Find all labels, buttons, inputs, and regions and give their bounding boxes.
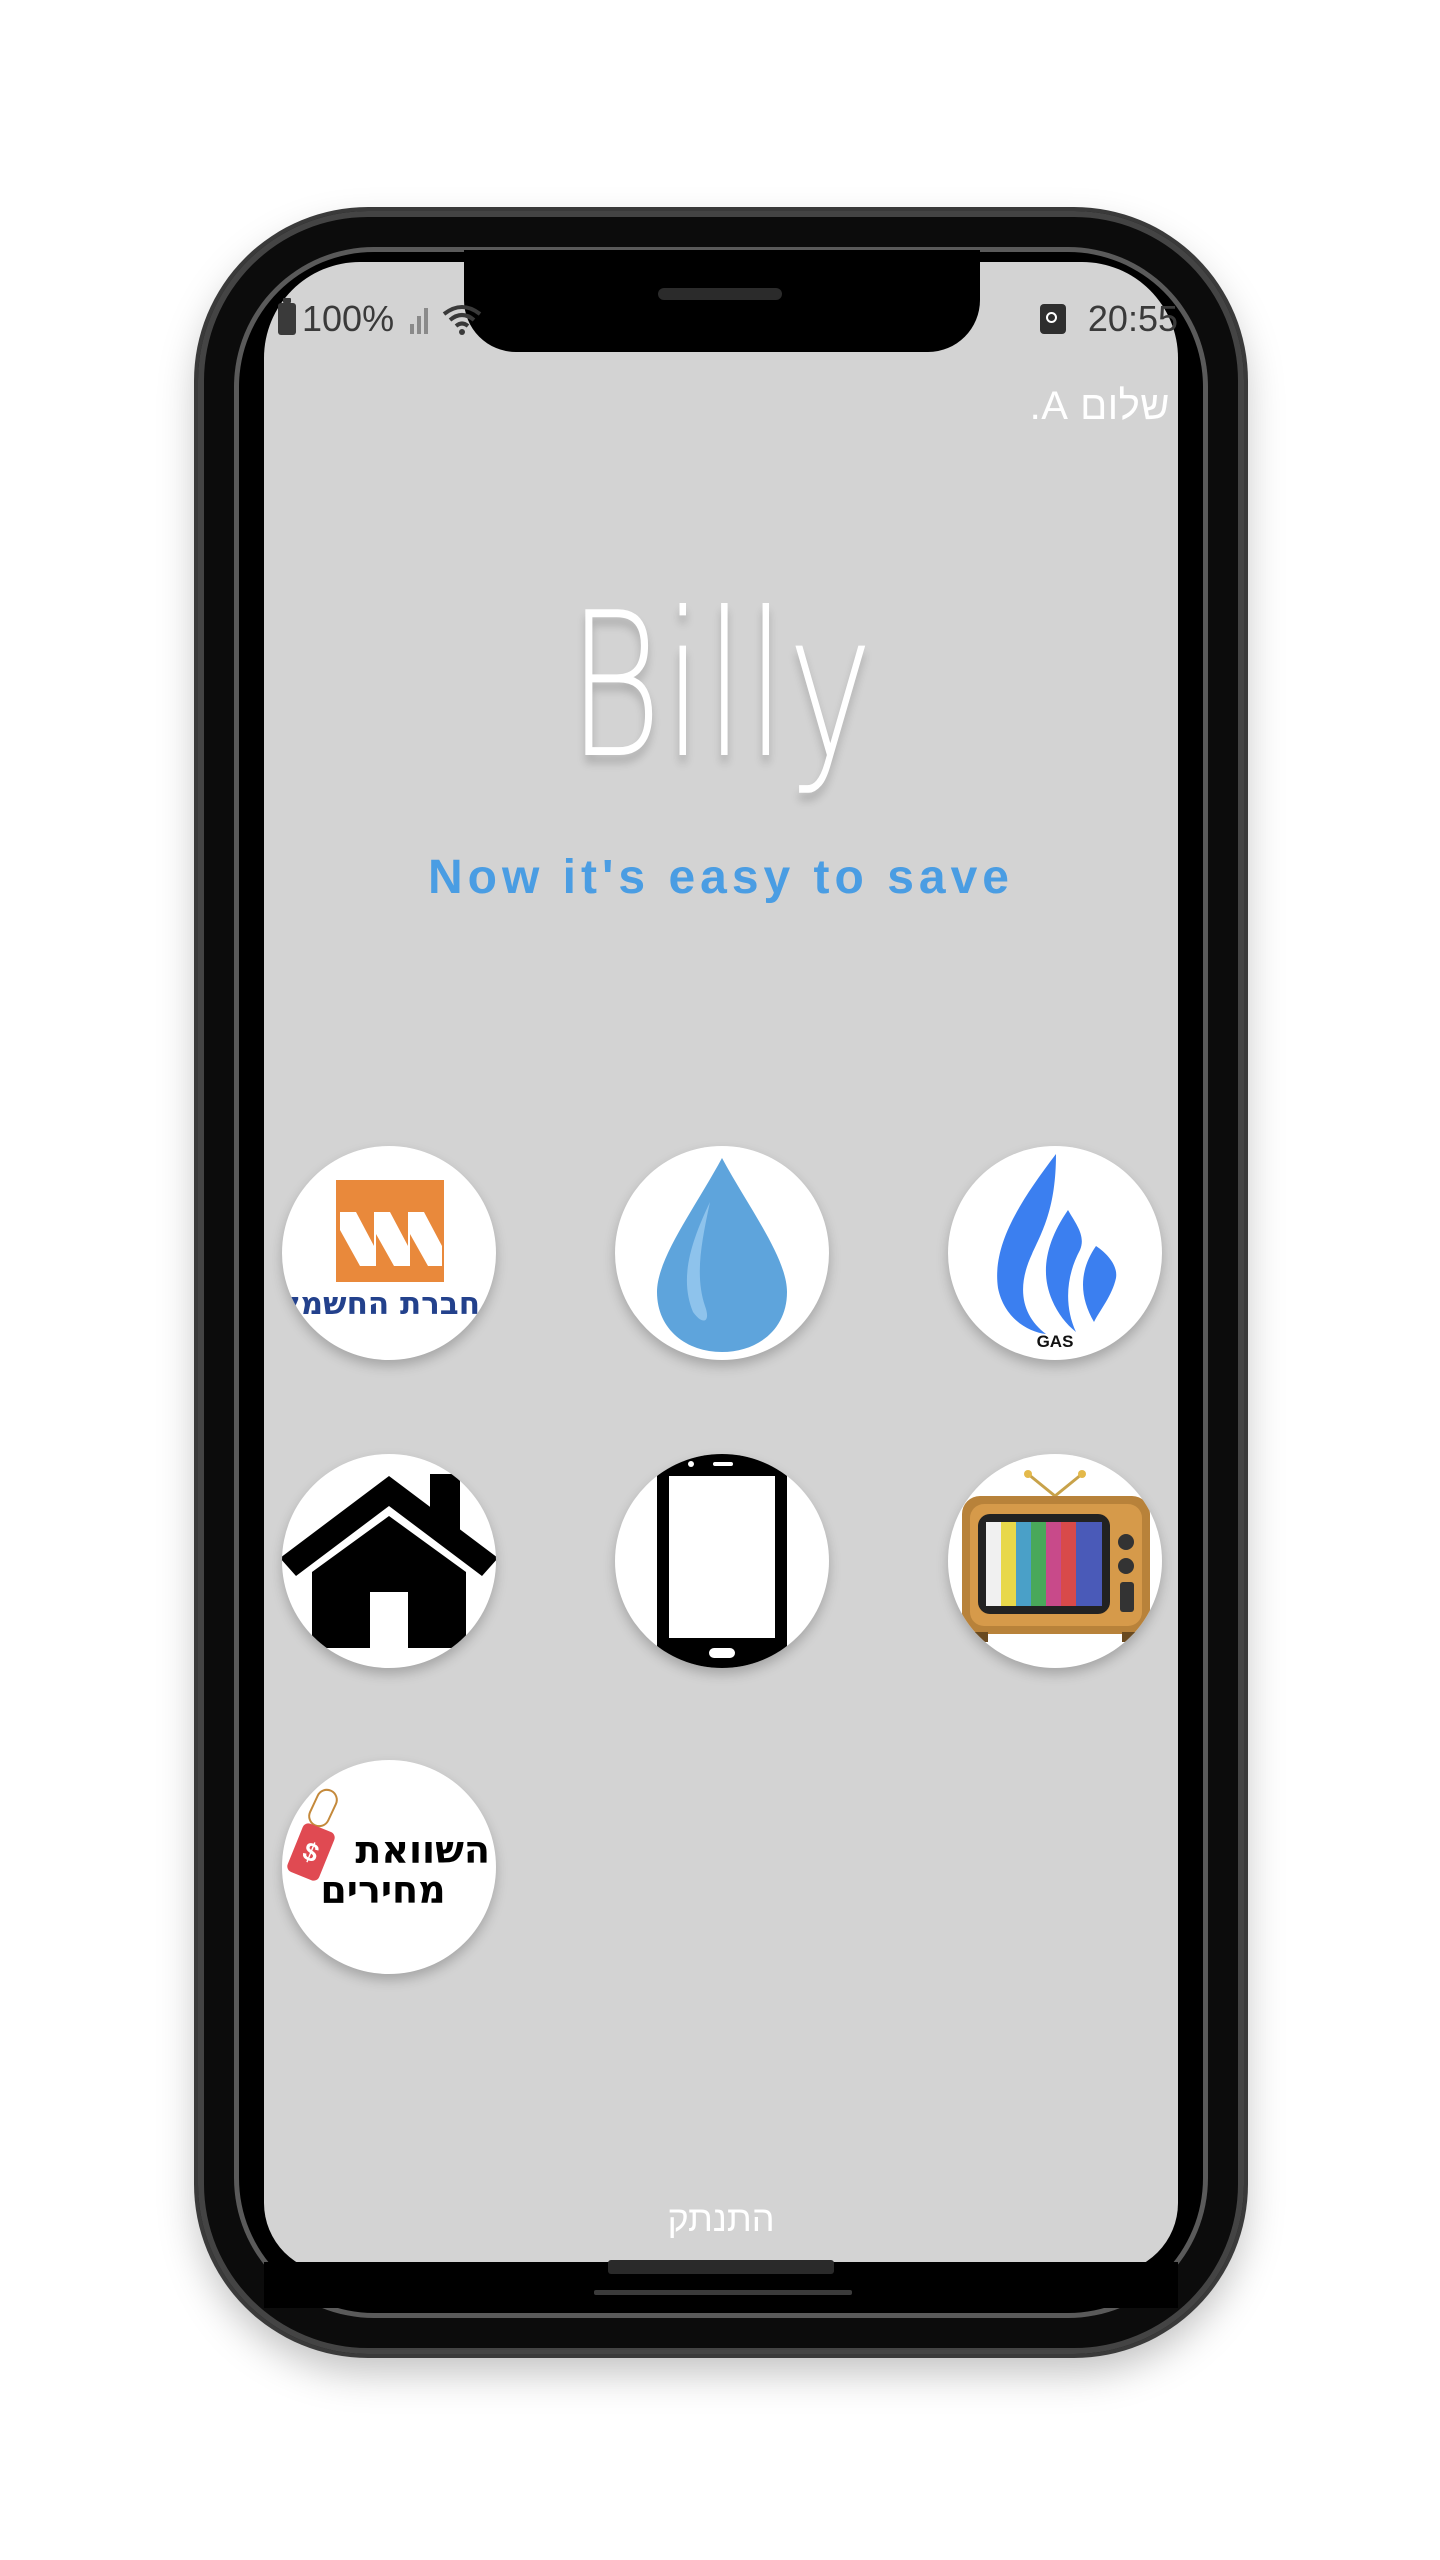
gas-provider-button[interactable]: GAS [948,1146,1162,1360]
house-icon [282,1474,496,1648]
logout-button[interactable]: התנתק [264,2198,1178,2240]
price-compare-button[interactable]: $ השוואת מחירים [282,1760,496,1974]
battery-percentage: 100% [302,298,395,339]
price-compare-label: השוואת מחירים [300,1830,490,1910]
electricity-provider-button[interactable]: חברת החשמל [282,1146,496,1360]
tv-provider-button[interactable] [948,1454,1162,1668]
gas-label: GAS [1036,1332,1074,1351]
water-drop-icon [657,1158,787,1352]
user-greeting: שלום A. [1029,384,1170,428]
alarm-icon [1039,304,1066,334]
app-title: Billy [567,570,875,803]
price-compare-label-line1: השוואת [355,1828,490,1872]
app-tagline: Now it's easy to save [428,851,1014,904]
tv-icon [962,1470,1150,1642]
water-provider-button[interactable] [615,1146,829,1360]
home-indicator-shadow [594,2290,852,2295]
wifi-icon [442,305,482,335]
smartphone-icon [657,1454,787,1668]
home-provider-button[interactable] [282,1454,496,1668]
electric-company-icon [336,1180,444,1282]
home-indicator[interactable] [608,2260,834,2274]
battery-icon [278,298,296,335]
electric-company-label: חברת החשמל [282,1286,480,1322]
status-time: 20:55 [1087,298,1178,339]
status-bar-right: 20:55 [1039,294,1178,344]
camera-notch [464,250,980,352]
gas-flame-icon [997,1154,1117,1334]
status-bar-left: 100% [278,294,482,344]
phone-provider-button[interactable] [615,1454,829,1668]
price-compare-label-line2: מחירים [320,1868,446,1912]
signal-icon [410,304,429,334]
earpiece-speaker [658,288,782,300]
